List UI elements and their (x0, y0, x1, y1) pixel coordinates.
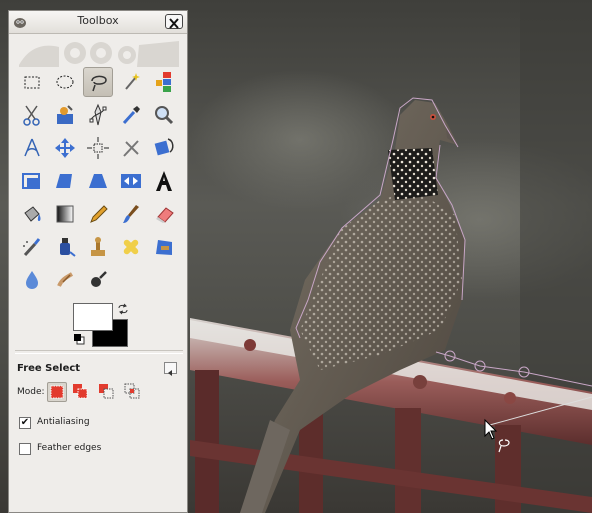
titlebar[interactable]: Toolbox (9, 11, 187, 34)
dodge-burn-icon[interactable] (83, 265, 113, 295)
restore-options-button[interactable] (164, 362, 177, 376)
paintbrush-icon[interactable] (116, 199, 146, 229)
color-picker-icon[interactable] (116, 100, 146, 130)
pencil-icon[interactable] (83, 199, 113, 229)
airbrush-icon[interactable] (17, 232, 47, 262)
align-icon[interactable] (83, 133, 113, 163)
mode-label: Mode: (17, 387, 45, 397)
clone-icon[interactable] (83, 232, 113, 262)
triangle-left-icon (168, 370, 172, 376)
flip-icon[interactable] (116, 166, 146, 196)
toolbox-separator[interactable] (15, 350, 183, 354)
heal-icon[interactable] (116, 232, 146, 262)
bucket-fill-icon[interactable] (17, 199, 47, 229)
rect-select-icon[interactable] (17, 67, 47, 97)
wilber-drop-area[interactable] (19, 37, 179, 69)
perspective-icon[interactable] (83, 166, 113, 196)
toolbox-window: Toolbox Free Select Mode: ✔ Antialiasing… (8, 10, 188, 513)
antialiasing-label: Antialiasing (37, 417, 90, 427)
color-area (73, 303, 133, 349)
window-title: Toolbox (77, 14, 119, 27)
tool-options-title: Free Select (17, 363, 81, 374)
blur-sharpen-icon[interactable] (17, 265, 47, 295)
scissors-select-icon[interactable] (17, 100, 47, 130)
ink-icon[interactable] (50, 232, 80, 262)
subtract-mode-icon[interactable] (97, 382, 117, 402)
move-icon[interactable] (50, 133, 80, 163)
close-button[interactable] (165, 14, 183, 29)
smudge-icon[interactable] (50, 265, 80, 295)
crop-icon[interactable] (116, 133, 146, 163)
antialiasing-checkbox[interactable]: ✔ (19, 417, 31, 429)
select-by-color-icon[interactable] (149, 67, 179, 97)
rotate-icon[interactable] (149, 133, 179, 163)
text-tool-icon[interactable] (149, 166, 179, 196)
scale-icon[interactable] (17, 166, 47, 196)
ellipse-select-icon[interactable] (50, 67, 80, 97)
perspective-clone-icon[interactable] (149, 232, 179, 262)
add-mode-icon[interactable] (71, 382, 91, 402)
replace-mode-icon[interactable] (47, 382, 67, 402)
paths-icon[interactable] (83, 100, 113, 130)
zoom-icon[interactable] (149, 100, 179, 130)
default-colors-icon[interactable] (73, 333, 85, 345)
close-icon (169, 18, 179, 29)
feather-edges-label: Feather edges (37, 443, 102, 453)
feather-edges-checkbox[interactable] (19, 443, 31, 455)
free-select-icon[interactable] (83, 67, 113, 97)
measure-icon[interactable] (17, 133, 47, 163)
eraser-icon[interactable] (149, 199, 179, 229)
fuzzy-select-icon[interactable] (116, 67, 146, 97)
shear-icon[interactable] (50, 166, 80, 196)
swap-colors-icon[interactable] (117, 303, 129, 315)
bokeh-blob (190, 70, 410, 210)
intersect-mode-icon[interactable] (123, 382, 143, 402)
foreground-select-icon[interactable] (50, 100, 80, 130)
blend-icon[interactable] (50, 199, 80, 229)
foreground-color-swatch[interactable] (73, 303, 113, 331)
